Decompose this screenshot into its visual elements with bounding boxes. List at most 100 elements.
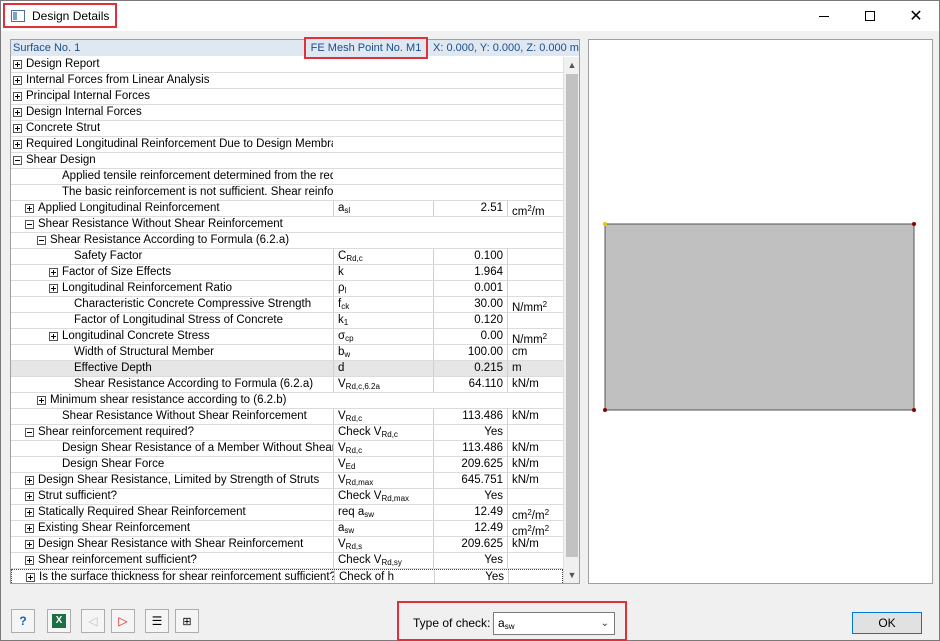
tree-row[interactable]: Required Longitudinal Reinforcement Due … [11,137,563,153]
tree-row[interactable]: Statically Required Shear Reinforcement r… [11,505,563,522]
tree-row[interactable]: Shear reinforcement sufficient? Check VRd… [11,553,563,569]
tree-row[interactable]: Strut sufficient? Check VRd,max Yes [11,489,563,505]
row-value: Yes [433,425,507,440]
mesh-point-label: FE Mesh Point No. M1 [304,37,428,59]
vertical-scrollbar[interactable]: ▲ ▼ [563,57,579,583]
row-symbol: VRd,c,6.2a [333,377,433,392]
symbol-text: Check V [338,490,382,502]
tree-row[interactable]: Applied Longitudinal Reinforcement asl 2.5… [11,201,563,218]
next-button[interactable]: ▷ [111,609,135,633]
list-button[interactable]: ☰ [145,609,169,633]
tree-view-button[interactable]: ⊞ [175,609,199,633]
tree-row[interactable]: Design Report [11,57,563,73]
expand-icon[interactable] [13,76,22,85]
tree-row[interactable]: Internal Forces from Linear Analysis [11,73,563,89]
expand-icon[interactable] [25,204,34,213]
scroll-up-icon[interactable]: ▲ [564,57,580,73]
expand-icon[interactable] [25,540,34,549]
tree-row[interactable]: Design Shear Resistance of a Member With… [11,441,563,457]
tree-row[interactable]: Shear Design [11,153,563,169]
ok-button[interactable]: OK [852,612,922,634]
row-symbol: Check VRd,sy [333,553,433,568]
row-unit: cm [507,345,563,360]
row-label: Factor of Longitudinal Stress of Concret… [74,314,284,326]
tree-row[interactable]: Design Shear Resistance, Limited by Stre… [11,473,563,489]
row-unit: cm2/m2 [507,521,563,538]
collapse-icon[interactable] [37,236,46,245]
symbol-subscript: Rd,c [346,254,363,263]
tree-row[interactable]: Design Internal Forces [11,105,563,121]
tree-row[interactable]: Shear Resistance According to Formula (6… [11,233,563,249]
collapse-icon[interactable] [13,156,22,165]
expand-icon[interactable] [25,476,34,485]
expand-icon[interactable] [13,124,22,133]
previous-button[interactable]: ◁ [81,609,105,633]
tree-row[interactable]: Width of Structural Member bw 100.00 cm [11,345,563,361]
collapse-icon[interactable] [25,220,34,229]
expand-icon[interactable] [49,268,58,277]
tree-row[interactable]: Minimum shear resistance according to (6… [11,393,563,409]
type-of-check-select[interactable]: asw ⌄ [493,612,615,635]
tree-row[interactable]: Shear Resistance According to Formula (6… [11,377,563,393]
tree-row[interactable]: Longitudinal Concrete Stress σcp 0.00 N/mm2 [11,329,563,346]
expand-icon[interactable] [25,492,34,501]
tree-row[interactable]: Applied tensile reinforcement determined… [11,169,563,185]
tree-row[interactable]: Shear reinforcement required? Check VRd,c… [11,425,563,441]
row-value: Yes [433,553,507,568]
tree-row[interactable]: Safety Factor CRd,c 0.100 [11,249,563,265]
help-button[interactable]: ? [11,609,35,633]
close-button[interactable]: ✕ [893,1,939,31]
tree-row[interactable]: Factor of Size Effects k 1.964 [11,265,563,281]
scroll-thumb[interactable] [566,74,578,557]
close-icon: ✕ [909,8,923,25]
expand-icon[interactable] [25,524,34,533]
tree-row[interactable]: Effective Depth d 0.215 m [11,361,563,377]
row-label-cell: Shear Resistance Without Shear Reinforce… [11,217,333,232]
tree-row[interactable]: Existing Shear Reinforcement asw 12.49 cm2/… [11,521,563,538]
tree-row[interactable]: Principal Internal Forces [11,89,563,105]
collapse-icon[interactable] [25,428,34,437]
row-symbol: ρl [333,281,433,296]
type-of-check-label: Type of check: [413,616,491,630]
tree-row[interactable]: Shear Resistance Without Shear Reinforce… [11,409,563,425]
type-of-check-value: a [498,616,505,630]
row-label: Existing Shear Reinforcement [38,522,191,534]
row-unit: kN/m [507,441,563,456]
tree-row[interactable]: Concrete Strut [11,121,563,137]
expand-icon[interactable] [25,556,34,565]
row-symbol: VRd,c [333,441,433,456]
window-title: Design Details [32,8,110,23]
row-value: 209.625 [433,537,507,552]
excel-export-button[interactable]: X [47,609,71,633]
maximize-button[interactable] [847,1,893,31]
window-icon [11,9,25,22]
expand-icon[interactable] [49,332,58,341]
minimize-button[interactable] [801,1,847,31]
expand-icon[interactable] [13,140,22,149]
row-label-cell: Longitudinal Reinforcement Ratio [11,281,333,296]
row-unit: cm2/m2 [507,505,563,522]
expand-icon[interactable] [49,284,58,293]
row-unit [507,489,563,504]
tree-row[interactable]: Design Shear Force VEd 209.625 kN/m [11,457,563,473]
tree-row[interactable]: Shear Resistance Without Shear Reinforce… [11,217,563,233]
tree-row[interactable]: Longitudinal Reinforcement Ratio ρl 0.001 [11,281,563,297]
expand-icon[interactable] [13,92,22,101]
tree-icon: ⊞ [182,615,192,628]
symbol-subscript: sw [364,510,374,519]
tree-row[interactable]: Is the surface thickness for shear reinf… [11,569,563,583]
row-label-cell: Design Shear Resistance with Shear Reinf… [11,537,333,552]
symbol-subscript: 1 [343,318,349,327]
expand-icon[interactable] [25,508,34,517]
row-symbol: bw [333,345,433,360]
tree-row[interactable]: Factor of Longitudinal Stress of Concret… [11,313,563,329]
expand-icon[interactable] [13,60,22,69]
tree-row[interactable]: Design Shear Resistance with Shear Reinf… [11,537,563,553]
expand-icon[interactable] [26,573,35,582]
scroll-down-icon[interactable]: ▼ [564,567,580,583]
expand-icon[interactable] [37,396,46,405]
tree-row[interactable]: Characteristic Concrete Compressive Stre… [11,297,563,314]
expand-icon[interactable] [13,108,22,117]
symbol-subscript: cp [345,334,354,343]
tree-row[interactable]: The basic reinforcement is not sufficien… [11,185,563,201]
